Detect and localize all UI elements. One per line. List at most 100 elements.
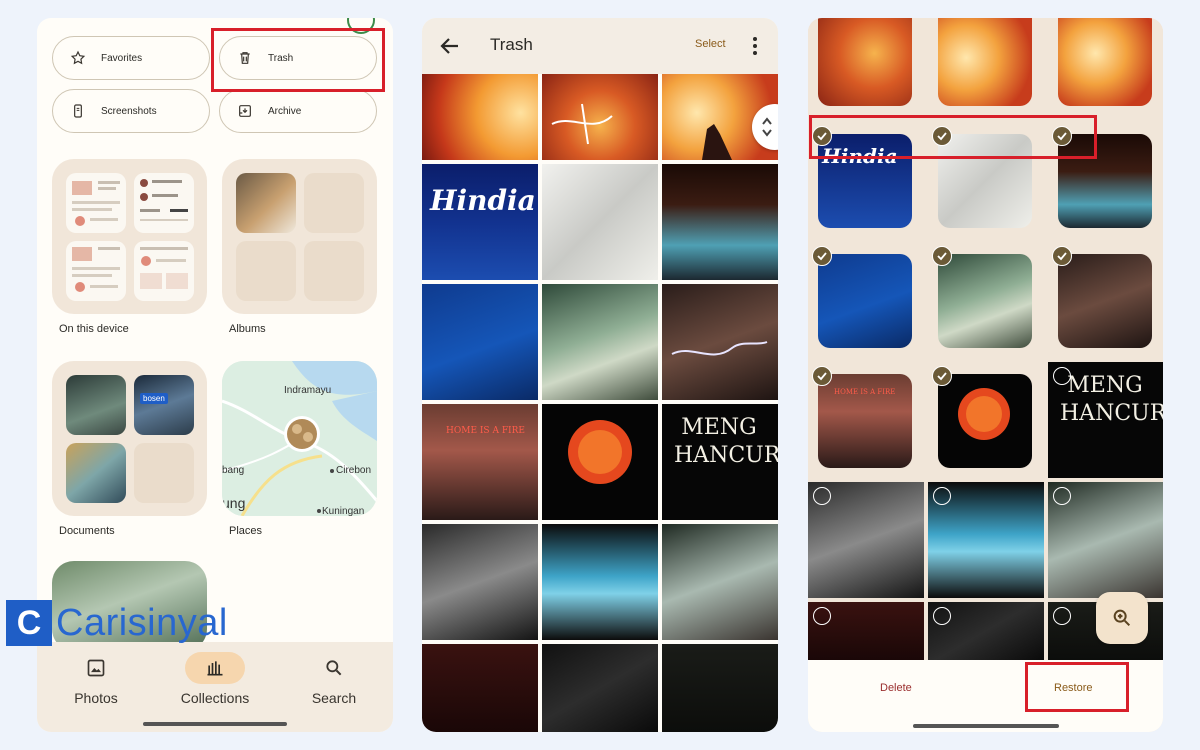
watermark: C Carisinyal: [6, 600, 228, 646]
photo-tile[interactable]: [808, 18, 924, 118]
map-label: bang: [222, 465, 245, 476]
search-icon: [279, 652, 389, 684]
album-placeholder: [236, 241, 296, 301]
unselected-circle-icon[interactable]: [1053, 367, 1071, 385]
photo-caption: MENG HANCUR: [674, 415, 778, 468]
photo-caption: MENG HANCUR: [1060, 373, 1163, 426]
scroll-arrows-icon: [762, 117, 772, 137]
photo-tile-selected[interactable]: [808, 242, 924, 358]
documents-card[interactable]: bosen: [52, 361, 207, 516]
trash-photo[interactable]: [422, 524, 538, 640]
trash-photo[interactable]: [542, 404, 658, 520]
trash-photo[interactable]: [542, 524, 658, 640]
trash-photo[interactable]: [662, 164, 778, 280]
photo-tile-selected[interactable]: [928, 362, 1044, 478]
trash-photo[interactable]: [422, 284, 538, 400]
photo-tile-selected[interactable]: [1048, 242, 1163, 358]
photo-tile[interactable]: [928, 18, 1044, 118]
select-button[interactable]: Select: [695, 38, 726, 50]
archive-icon: [236, 102, 254, 120]
home-indicator: [143, 722, 287, 726]
document-thumb: [66, 375, 126, 435]
nav-collections[interactable]: Collections: [160, 652, 270, 706]
photo-tile[interactable]: [1048, 18, 1163, 118]
document-thumb: [66, 443, 126, 503]
screenshots-label: Screenshots: [101, 105, 157, 117]
trash-photo[interactable]: [542, 284, 658, 400]
album-cover: [236, 173, 296, 233]
photo-tile[interactable]: [808, 602, 924, 660]
screenshot-thumb: [134, 173, 194, 233]
trash-photo[interactable]: [422, 74, 538, 160]
phone-icon: [69, 102, 87, 120]
screenshots-button[interactable]: Screenshots: [52, 89, 210, 133]
star-icon: [69, 49, 87, 67]
photo-tile[interactable]: [928, 602, 1044, 660]
trash-photo[interactable]: [542, 644, 658, 732]
photo-tile-selected[interactable]: HOME IS A FIRE: [808, 362, 924, 478]
screenshot-thumb: [134, 241, 194, 301]
trash-photo[interactable]: Hindia: [422, 164, 538, 280]
delete-button[interactable]: Delete: [880, 682, 912, 694]
unselected-circle-icon[interactable]: [813, 607, 831, 625]
unselected-circle-icon[interactable]: [933, 607, 951, 625]
photo-tile[interactable]: MENG HANCUR: [1048, 362, 1163, 478]
photo-tile[interactable]: [928, 482, 1044, 598]
screenshot-thumb: [66, 241, 126, 301]
highlight-box: [1025, 662, 1129, 712]
page-title: Trash: [490, 35, 533, 54]
albums-card[interactable]: [222, 159, 377, 314]
document-thumb: bosen: [134, 375, 194, 435]
nav-search[interactable]: Search: [279, 652, 389, 706]
albums-label: Albums: [229, 323, 266, 335]
trash-photo[interactable]: [662, 284, 778, 400]
nav-search-label: Search: [311, 690, 357, 706]
places-label: Places: [229, 525, 263, 537]
trash-photo[interactable]: HOME IS A FIRE: [422, 404, 538, 520]
on-this-device-label: On this device: [59, 323, 129, 335]
trash-photo[interactable]: [662, 644, 778, 732]
archive-button[interactable]: Archive: [219, 89, 377, 133]
zoom-button[interactable]: [1096, 592, 1148, 644]
unselected-circle-icon[interactable]: [1053, 607, 1071, 625]
album-placeholder: [304, 173, 364, 233]
places-card[interactable]: Indramayu Cirebon Kuningan bang ung: [222, 361, 377, 516]
photo-caption: HOME IS A FIRE: [834, 388, 896, 396]
check-icon[interactable]: [932, 366, 952, 386]
nav-photos[interactable]: Photos: [41, 652, 151, 706]
collections-icon: [185, 652, 245, 684]
map-label: Indramayu: [284, 385, 332, 396]
album-placeholder: [304, 241, 364, 301]
unselected-circle-icon[interactable]: [813, 487, 831, 505]
trash-photo[interactable]: [542, 164, 658, 280]
photo-tile[interactable]: [1048, 482, 1163, 598]
highlight-box: [809, 115, 1097, 159]
zoom-in-icon: [1113, 609, 1131, 627]
map-label: ung: [222, 495, 246, 511]
favorites-button[interactable]: Favorites: [52, 36, 210, 80]
check-icon[interactable]: [932, 246, 952, 266]
on-this-device-card[interactable]: [52, 159, 207, 314]
watermark-text: Carisinyal: [56, 601, 228, 644]
photo-tile-selected[interactable]: [928, 242, 1044, 358]
unselected-circle-icon[interactable]: [1053, 487, 1071, 505]
watermark-logo: C: [6, 600, 52, 646]
more-options-icon[interactable]: [748, 35, 762, 57]
photo-caption: HOME IS A FIRE: [446, 426, 525, 436]
photo-caption: Hindia: [430, 184, 536, 217]
trash-photo[interactable]: [542, 74, 658, 160]
check-icon[interactable]: [812, 366, 832, 386]
trash-photo[interactable]: MENG HANCUR: [662, 404, 778, 520]
trash-header: Trash Select: [422, 18, 778, 74]
favorites-label: Favorites: [101, 52, 143, 64]
photo-tile[interactable]: [808, 482, 924, 598]
back-arrow-icon[interactable]: [438, 34, 462, 58]
trash-photo[interactable]: [662, 524, 778, 640]
nav-collections-label: Collections: [180, 690, 250, 706]
check-icon[interactable]: [1052, 246, 1072, 266]
trash-photo[interactable]: [422, 644, 538, 732]
unselected-circle-icon[interactable]: [933, 487, 951, 505]
check-icon[interactable]: [812, 246, 832, 266]
highlight-box: [211, 28, 385, 92]
document-placeholder: [134, 443, 194, 503]
